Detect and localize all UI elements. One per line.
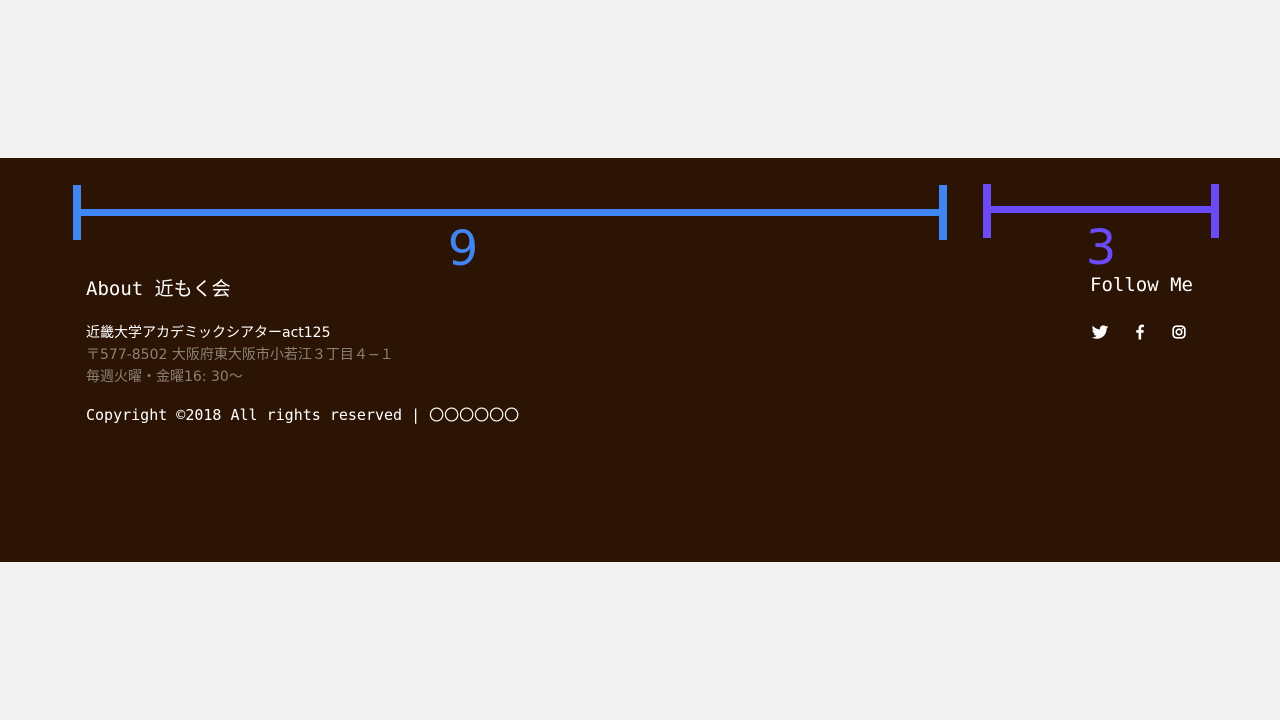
column-width-indicator-9: 9 [73,185,947,275]
indicator-cap-right [939,185,947,240]
twitter-icon[interactable] [1090,322,1110,342]
follow-heading: Follow Me [1090,274,1193,296]
indicator-bar [983,206,1219,213]
facebook-icon[interactable] [1130,322,1150,342]
indicator-label: 3 [1085,220,1117,276]
postal-address: 〒577-8502 大阪府東大阪市小若江３丁目４−１ [86,347,394,363]
instagram-icon[interactable] [1169,322,1189,342]
about-heading: About 近もく会 [86,278,231,300]
indicator-label: 9 [447,221,479,277]
meeting-schedule: 毎週火曜・金曜16: 30〜 [86,369,243,385]
copyright-notice: Copyright ©2018 All rights reserved | 〇〇… [86,406,520,424]
column-width-indicator-3: 3 [983,184,1219,274]
indicator-cap-left [73,185,81,240]
indicator-bar [73,209,947,216]
indicator-cap-right [1211,184,1219,238]
indicator-cap-left [983,184,991,238]
site-footer: 9 3 About 近もく会 近畿大学アカデミックシアターact125 〒577… [0,158,1280,562]
organization-name: 近畿大学アカデミックシアターact125 [86,325,331,341]
